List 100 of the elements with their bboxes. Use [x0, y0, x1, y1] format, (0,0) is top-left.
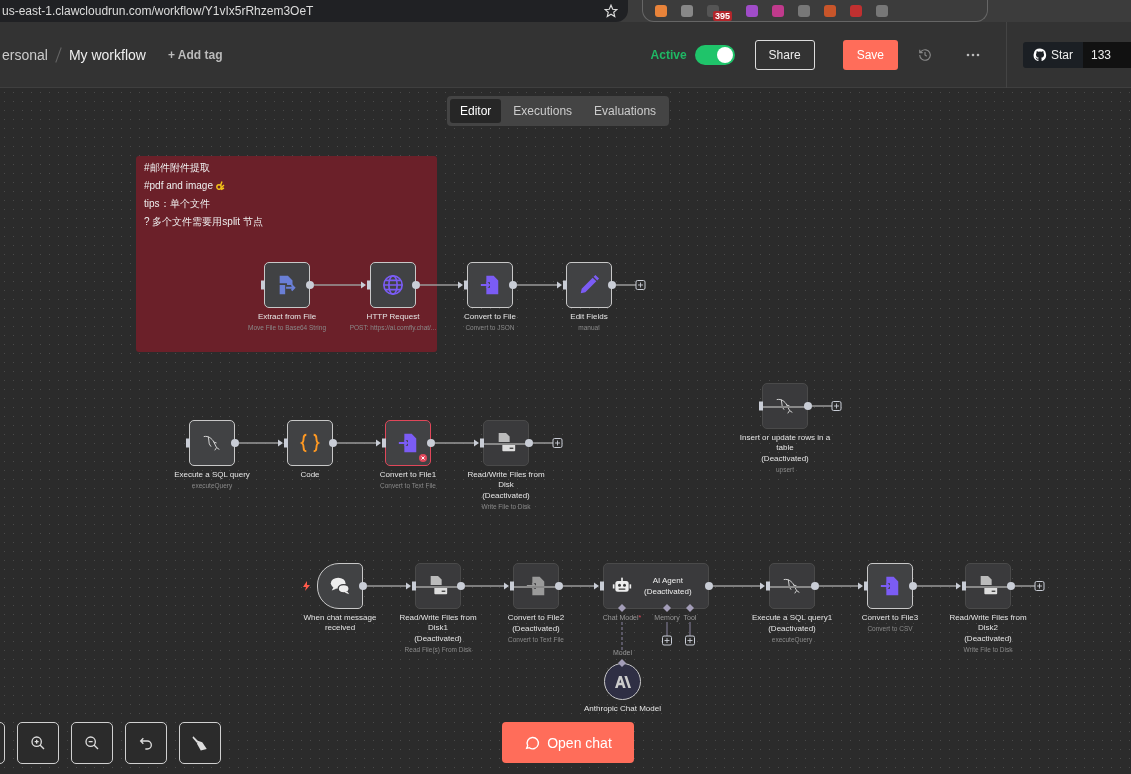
output-handle[interactable] — [457, 582, 465, 590]
output-handle[interactable] — [525, 439, 533, 447]
input-handle[interactable] — [759, 401, 763, 411]
workflow-node[interactable] — [769, 563, 815, 609]
share-button[interactable]: Share — [754, 39, 815, 70]
node-title: Code — [300, 470, 320, 480]
node-title: Convert to File1 — [379, 470, 437, 480]
input-handle[interactable] — [284, 438, 288, 448]
more-options-icon[interactable] — [966, 52, 980, 57]
input-handle[interactable] — [962, 581, 966, 591]
add-node-button[interactable] — [635, 280, 646, 290]
output-handle[interactable] — [509, 281, 517, 289]
zoom-out-icon — [84, 735, 100, 751]
node-title: Edit Fields — [570, 312, 608, 322]
file-import-icon — [879, 575, 901, 597]
output-handle[interactable] — [1007, 582, 1015, 590]
zoom-in-button[interactable] — [17, 722, 59, 764]
output-handle[interactable] — [608, 281, 616, 289]
breadcrumb-link[interactable]: ersonal — [2, 46, 48, 63]
node-title: Convert to File2 — [507, 613, 565, 623]
workflow-node[interactable] — [965, 563, 1011, 609]
active-toggle[interactable] — [694, 44, 735, 65]
port-handle[interactable] — [686, 604, 694, 612]
extension-icon[interactable] — [655, 4, 667, 17]
reset-zoom-button[interactable] — [125, 722, 167, 764]
output-handle[interactable] — [231, 439, 239, 447]
output-handle[interactable] — [555, 582, 563, 590]
error-icon — [419, 454, 427, 462]
note-text: #pdf and image — [144, 180, 213, 191]
input-handle[interactable] — [464, 280, 468, 290]
input-handle[interactable] — [600, 581, 604, 591]
workflow-node[interactable] — [762, 383, 808, 429]
input-handle[interactable] — [563, 280, 567, 290]
node-status: (Deactivated) — [768, 624, 816, 634]
connection-line — [615, 284, 637, 286]
note-text: tips：单个文件 — [144, 198, 210, 209]
workflow-node[interactable] — [385, 420, 431, 466]
connection-arrow — [336, 439, 381, 447]
connection-arrow — [366, 582, 411, 590]
port-handle[interactable] — [618, 604, 626, 612]
input-handle[interactable] — [766, 581, 770, 591]
node-title: Convert to File3 — [861, 613, 919, 623]
input-handle[interactable] — [864, 581, 868, 591]
port-handle[interactable] — [663, 604, 671, 612]
output-handle[interactable] — [359, 582, 367, 590]
note-text: ? 多个文件需要用split 节点 — [144, 216, 263, 227]
node-status: (Deactivated) — [644, 586, 692, 597]
port-handle[interactable] — [618, 659, 626, 667]
add-node-button[interactable] — [1034, 581, 1045, 591]
node-status: (Deactivated) — [512, 624, 560, 634]
input-handle[interactable] — [510, 581, 514, 591]
output-handle[interactable] — [811, 582, 819, 590]
output-handle[interactable] — [412, 281, 420, 289]
node-status: (Deactivated) — [964, 634, 1012, 644]
node-title: When chat message received — [302, 613, 378, 633]
input-handle[interactable] — [367, 280, 371, 290]
workflow-node[interactable] — [483, 420, 529, 466]
workflow-node[interactable] — [513, 563, 559, 609]
node-title: Read/Write Files from Disk — [466, 470, 546, 490]
output-handle[interactable] — [306, 281, 314, 289]
view-tab[interactable]: Evaluations — [584, 99, 667, 123]
star-count[interactable]: 133 — [1083, 41, 1131, 68]
input-handle[interactable] — [261, 280, 265, 290]
bookmark-star-icon[interactable] — [604, 4, 618, 18]
view-tab[interactable]: Executions — [503, 99, 583, 123]
connection-line — [1014, 585, 1036, 587]
zoom-out-button[interactable] — [71, 722, 113, 764]
workflow-node[interactable] — [415, 563, 461, 609]
input-handle[interactable] — [480, 438, 484, 448]
node-title: HTTP Request — [366, 312, 420, 322]
node-title: AI Agent — [652, 575, 683, 586]
connection-arrow — [516, 281, 562, 289]
workflow-name[interactable]: My workflow — [68, 46, 146, 63]
node-status: (Deactivated) — [414, 634, 462, 644]
workflow-node[interactable]: AI Agent (Deactivated) — [603, 563, 709, 609]
undo-arrow-icon — [138, 735, 154, 751]
history-icon[interactable] — [918, 47, 932, 62]
chat-bubble-icon — [524, 734, 541, 751]
view-tab[interactable]: Editor — [450, 99, 502, 123]
node-status: (Deactivated) — [761, 454, 809, 464]
lightning-bolt-icon — [303, 581, 310, 591]
connection-line — [689, 621, 691, 637]
output-handle[interactable] — [427, 439, 435, 447]
curly-braces-icon — [299, 432, 321, 454]
input-handle[interactable] — [382, 438, 386, 448]
tidy-up-button[interactable] — [179, 722, 221, 764]
input-handle[interactable] — [186, 438, 190, 448]
github-star-button[interactable]: Star — [1023, 41, 1083, 68]
add-tag-link[interactable]: + Add tag — [167, 47, 223, 62]
node-title: Read/Write Files from Disk1 — [398, 613, 478, 633]
add-node-button[interactable] — [662, 635, 672, 646]
output-handle[interactable] — [329, 439, 337, 447]
input-handle[interactable] — [412, 581, 416, 591]
output-handle[interactable] — [705, 582, 713, 590]
connection-arrow — [818, 582, 863, 590]
output-handle[interactable] — [909, 582, 917, 590]
add-node-button[interactable] — [831, 401, 842, 411]
output-handle[interactable] — [804, 402, 812, 410]
add-node-button[interactable] — [685, 635, 695, 646]
add-node-button[interactable] — [552, 438, 563, 448]
